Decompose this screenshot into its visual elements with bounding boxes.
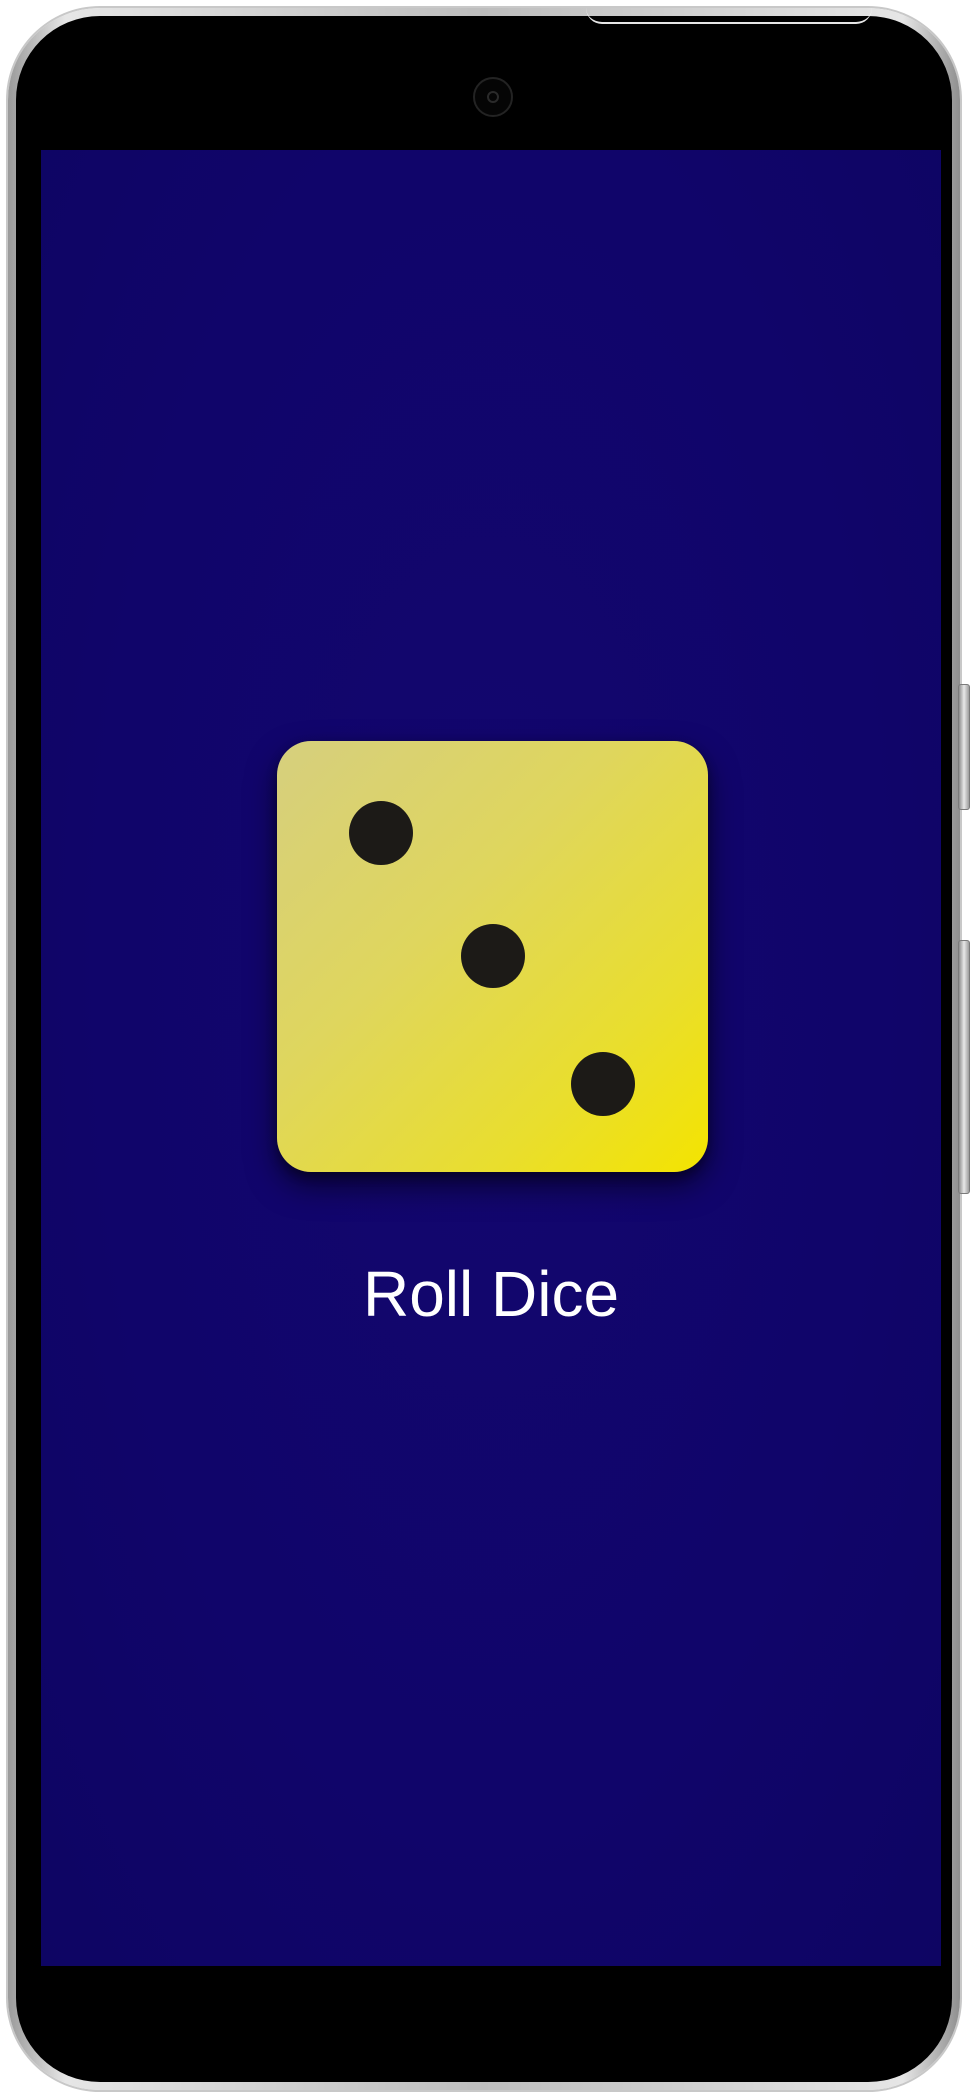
front-camera-icon [473,77,513,117]
app-screen: Roll Dice [41,150,941,1966]
frame-highlight [586,8,872,24]
dice-pip-center [461,924,525,988]
dice-pip-top-left [349,801,413,865]
roll-dice-label[interactable]: Roll Dice [41,1254,941,1334]
phone-frame: Roll Dice [8,8,960,2090]
dice-button[interactable] [277,741,708,1172]
volume-button [958,684,970,810]
power-button [958,940,970,1194]
dice-pip-bottom-right [571,1052,635,1116]
